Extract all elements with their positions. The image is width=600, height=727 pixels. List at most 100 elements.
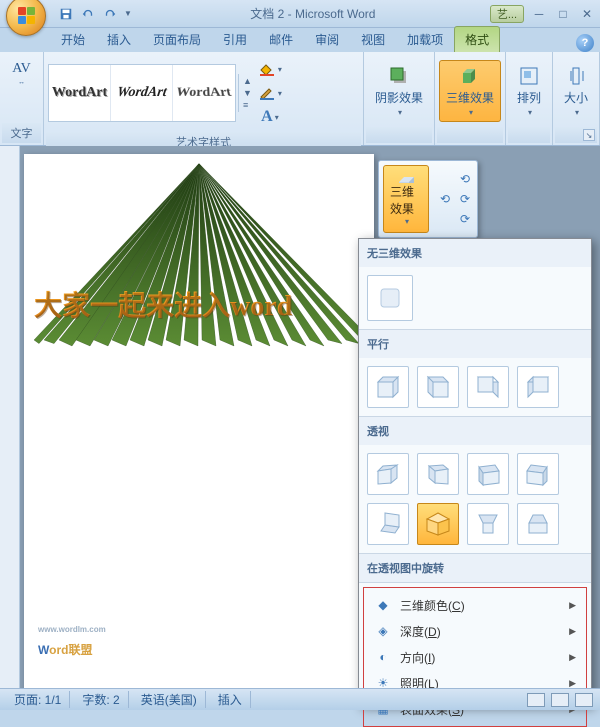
ribbon-group-arrange: 排列▾ <box>506 52 553 145</box>
wordart-text[interactable]: 大家一起来进入word <box>34 284 292 324</box>
size-icon <box>565 65 587 87</box>
parallel-preset[interactable] <box>417 366 459 408</box>
view-web-layout[interactable] <box>575 693 593 707</box>
status-bar: 页面: 1/1 字数: 2 英语(美国) 插入 <box>0 688 600 710</box>
tab-addins[interactable]: 加载项 <box>396 26 454 52</box>
office-button[interactable] <box>6 0 46 36</box>
shape-fill-button[interactable]: ▾ <box>258 58 282 80</box>
view-print-layout[interactable] <box>527 693 545 707</box>
save-icon <box>59 7 73 21</box>
tab-references[interactable]: 引用 <box>212 26 258 52</box>
redo-icon <box>103 7 117 21</box>
popup-3d-button[interactable]: 三维效果▾ <box>383 165 429 233</box>
save-button[interactable] <box>56 4 76 24</box>
parallel-preset[interactable] <box>517 366 559 408</box>
quick-access-toolbar: ▼ <box>52 0 136 28</box>
perspective-preset[interactable] <box>517 453 559 495</box>
shadow-effect-button[interactable]: 阴影效果▾ <box>368 60 430 122</box>
perspective-preset[interactable] <box>517 503 559 545</box>
tab-mailings[interactable]: 邮件 <box>258 26 304 52</box>
cube-icon <box>393 172 419 183</box>
ribbon-tabs: 开始 插入 页面布局 引用 邮件 审阅 视图 加载项 格式 ? <box>0 28 600 52</box>
pen-icon <box>258 86 276 100</box>
arrange-button[interactable]: 排列▾ <box>510 60 548 122</box>
parallel-preset[interactable] <box>467 366 509 408</box>
tab-review[interactable]: 审阅 <box>304 26 350 52</box>
undo-icon <box>81 7 95 21</box>
tilt-right-button[interactable]: ⟳ <box>455 189 475 209</box>
wordart-gallery[interactable]: WordArt WordArt WordArt <box>48 64 236 122</box>
no-3d-header: 无三维效果 <box>359 239 591 267</box>
change-shape-button[interactable]: A▾ <box>258 106 282 128</box>
menu-3d-color[interactable]: ◆三维颜色(C)▶ <box>368 592 582 618</box>
undo-button[interactable] <box>78 4 98 24</box>
perspective-preset[interactable] <box>467 503 509 545</box>
ribbon-group-threeD: 三维效果▾ <box>435 52 506 145</box>
ribbon-group-text: AV ↔ 文字 <box>0 52 44 145</box>
parallel-presets <box>359 358 591 416</box>
rotate-header: 在透视图中旋转 <box>359 554 591 582</box>
tab-pagelayout[interactable]: 页面布局 <box>142 26 212 52</box>
parallel-preset[interactable] <box>367 366 409 408</box>
3d-effects-dropdown: 无三维效果 平行 透视 在透视图中旋转 ◆三维颜色(C)▶ ◈深度(D <box>358 238 592 706</box>
ribbon-label-text: 文字 <box>2 123 41 143</box>
spacing-button[interactable]: AV ↔ <box>5 56 37 91</box>
bucket-icon <box>258 62 276 76</box>
direction-icon: ◐ <box>374 648 392 666</box>
close-button[interactable]: ✕ <box>576 5 598 23</box>
ribbon-group-shadow: 阴影效果▾ <box>364 52 435 145</box>
qat-customize-dropdown[interactable]: ▼ <box>124 9 132 18</box>
wordart-style-2[interactable]: WordArt <box>111 65 173 121</box>
tilt-left-button[interactable]: ⟲ <box>435 189 455 209</box>
help-button[interactable]: ? <box>576 34 594 52</box>
menu-depth[interactable]: ◈深度(D)▶ <box>368 618 582 644</box>
perspective-preset-selected[interactable] <box>417 503 459 545</box>
wordart-3d-object[interactable] <box>24 154 374 394</box>
contextual-tab-label: 艺... <box>490 5 524 23</box>
threeD-icon <box>459 65 481 87</box>
perspective-preset[interactable] <box>367 503 409 545</box>
title-bar: ▼ 文档 2 - Microsoft Word 艺... ─ □ ✕ <box>0 0 600 28</box>
maximize-button[interactable]: □ <box>552 5 574 23</box>
wordart-style-1[interactable]: WordArt <box>49 65 111 121</box>
parallel-header: 平行 <box>359 330 591 358</box>
ribbon-group-size: 大小▾ ↘ <box>553 52 600 145</box>
threeD-effect-button[interactable]: 三维效果▾ <box>439 60 501 122</box>
redo-button[interactable] <box>100 4 120 24</box>
status-page[interactable]: 页面: 1/1 <box>6 691 70 708</box>
perspective-presets <box>359 445 591 553</box>
preset-no-3d[interactable] <box>367 275 413 321</box>
page[interactable]: 大家一起来进入word www.wordlm.com Word联盟 <box>24 154 374 694</box>
tab-format[interactable]: 格式 <box>454 26 500 52</box>
tilt-up-button[interactable]: ⟲ <box>455 169 475 189</box>
perspective-preset[interactable] <box>467 453 509 495</box>
letter-a-icon: A <box>261 108 273 126</box>
arrange-icon <box>518 65 540 87</box>
status-insert-mode[interactable]: 插入 <box>210 691 251 708</box>
tab-insert[interactable]: 插入 <box>96 26 142 52</box>
palette-icon: ◆ <box>374 596 392 614</box>
shadow-icon <box>388 65 410 87</box>
text-format-column: ▾ ▾ A▾ <box>256 56 284 130</box>
floating-3d-toolbar: 三维效果▾ ⟲ ⟲ ⟳ ⟳ <box>378 160 478 238</box>
wordart-style-3[interactable]: WordArt <box>173 65 235 121</box>
ribbon: AV ↔ 文字 WordArt WordArt WordArt ▲ ▼ ≡ ▾ … <box>0 52 600 146</box>
tab-home[interactable]: 开始 <box>50 26 96 52</box>
perspective-preset[interactable] <box>417 453 459 495</box>
shape-outline-button[interactable]: ▾ <box>258 82 282 104</box>
status-wordcount[interactable]: 字数: 2 <box>74 691 128 708</box>
size-button[interactable]: 大小▾ <box>557 60 595 122</box>
ribbon-group-wordart-styles: WordArt WordArt WordArt ▲ ▼ ≡ ▾ ▾ A▾ 艺术字… <box>44 52 364 145</box>
depth-icon: ◈ <box>374 622 392 640</box>
perspective-header: 透视 <box>359 417 591 445</box>
vertical-ruler[interactable] <box>0 146 20 688</box>
status-language[interactable]: 英语(美国) <box>133 691 206 708</box>
tab-view[interactable]: 视图 <box>350 26 396 52</box>
dialog-launcher-size[interactable]: ↘ <box>583 129 595 141</box>
menu-direction[interactable]: ◐方向(I)▶ <box>368 644 582 670</box>
window-controls: ─ □ ✕ <box>528 5 600 23</box>
tilt-down-button[interactable]: ⟳ <box>455 209 475 229</box>
minimize-button[interactable]: ─ <box>528 5 550 23</box>
view-full-reading[interactable] <box>551 693 569 707</box>
perspective-preset[interactable] <box>367 453 409 495</box>
